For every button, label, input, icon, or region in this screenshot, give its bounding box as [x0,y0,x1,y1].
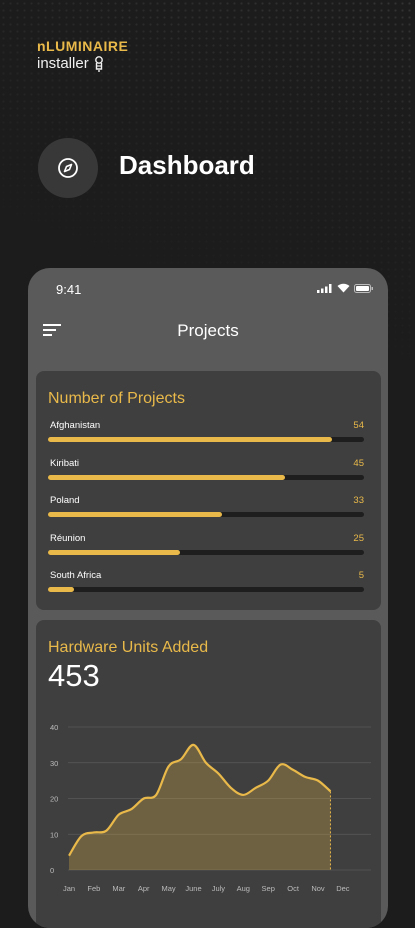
y-tick-label: 0 [50,866,54,875]
project-bar-track [48,474,364,480]
project-bar-label: Afghanistan [50,420,101,431]
project-bar-label: Kiribati [50,457,80,469]
phone-mockup: 9:41 Projects Number of Projects Afghani… [28,268,388,928]
status-bar: 9:41 [28,268,388,308]
project-bar-row: Réunion 25 [48,533,364,563]
project-bar-value: 5 [358,570,364,581]
y-tick-label: 40 [50,723,58,732]
project-bar-track [48,437,364,442]
x-tick-label: Jan [63,884,75,893]
signal-icon [317,283,332,293]
x-tick-label: Sep [262,884,275,893]
project-bar-fill [48,549,180,555]
projects-card: Number of Projects Afghanistan 54 Kiribati… [36,371,381,610]
area-fill [69,744,331,870]
bulb-icon [94,55,103,72]
project-bar-value: 33 [353,495,364,506]
project-bar-label: Réunion [50,532,86,544]
brand-name: nLUMINAIRE [37,38,129,54]
project-bar-track [48,587,364,592]
project-bar-track [48,549,364,555]
hardware-card: Hardware Units Added 453 0 10 20 30 40 Jan Feb… [36,620,381,928]
screen-title: Projects [177,321,239,340]
project-bar-label: South Africa [50,570,102,581]
project-bar-track [48,512,364,517]
project-bar-fill [48,512,222,517]
project-bar-row: Kiribati 45 [48,458,364,488]
hardware-card-title: Hardware Units Added [48,639,209,656]
y-tick-label: 30 [50,759,58,768]
project-bar-fill [48,437,333,442]
project-bar-row: Afghanistan 54 [48,420,364,450]
x-tick-label: June [185,884,201,893]
project-bar-value: 54 [353,420,364,431]
project-bar-row: Poland 33 [48,495,364,525]
projects-card-title: Number of Projects [48,390,185,407]
x-tick-label: May [162,884,176,893]
project-bar-fill [48,474,285,480]
x-tick-label: Dec [336,884,350,893]
hardware-area-chart: 0 10 20 30 40 Jan Feb Mar Apr May June July Aug Sep Oc… [50,723,371,893]
wifi-icon [337,283,350,293]
compass-icon[interactable] [38,138,98,198]
project-bar-value: 45 [353,457,364,469]
x-tick-label: Aug [237,884,250,893]
page-title: Dashboard [119,150,255,180]
x-tick-label: Nov [311,884,325,893]
x-tick-label: July [212,884,226,893]
x-tick-label: Oct [287,884,300,893]
project-bar-label: Poland [50,495,80,506]
x-tick-label: Apr [138,884,150,893]
hardware-total: 453 [48,658,100,693]
project-bar-row: South Africa 5 [48,570,364,600]
y-tick-label: 10 [50,830,58,839]
x-tick-label: Feb [87,884,100,893]
project-bar-fill [48,587,75,592]
project-bar-value: 25 [353,532,364,544]
brand-logo: nLUMINAIRE installer [37,38,128,72]
battery-icon [354,283,373,293]
x-tick-label: Mar [112,884,125,893]
brand-sub: installer [37,55,89,72]
status-time: 9:41 [56,282,82,297]
y-tick-label: 20 [50,795,58,804]
